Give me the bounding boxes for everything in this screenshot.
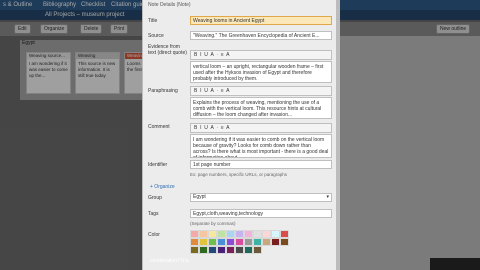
color-swatch[interactable] bbox=[199, 238, 208, 246]
color-swatch[interactable] bbox=[262, 238, 271, 246]
bold-icon[interactable]: B bbox=[194, 125, 197, 131]
paraphrasing-label: Paraphrasing bbox=[148, 88, 178, 94]
highlight-icon[interactable]: A bbox=[226, 88, 229, 94]
bold-icon[interactable]: B bbox=[194, 88, 197, 94]
source-field[interactable]: "Weaving." The Greenhaven Encyclopedia o… bbox=[190, 31, 332, 40]
align-icon[interactable]: ≡ bbox=[221, 88, 224, 94]
title-input[interactable]: Weaving looms in Ancient Egypt bbox=[190, 16, 332, 25]
color-swatch[interactable] bbox=[190, 230, 199, 238]
color-swatch[interactable] bbox=[280, 230, 289, 238]
bullet-list-icon[interactable]: ∙ bbox=[217, 52, 218, 58]
video-bar bbox=[430, 258, 480, 270]
organize-link[interactable]: + Organize bbox=[150, 184, 175, 190]
underline-icon[interactable]: U bbox=[204, 125, 208, 131]
color-swatch[interactable] bbox=[235, 246, 244, 254]
color-swatch[interactable] bbox=[253, 238, 262, 246]
color-swatch[interactable] bbox=[208, 246, 217, 254]
color-swatch[interactable] bbox=[244, 230, 253, 238]
italic-icon[interactable]: I bbox=[200, 88, 201, 94]
color-swatch[interactable] bbox=[244, 238, 253, 246]
evidence-textarea[interactable]: vertical loom – an upright, rectangular … bbox=[190, 61, 332, 83]
identifier-hint: Ex: page numbers, specific URLs, or para… bbox=[190, 172, 288, 177]
group-label: Group bbox=[148, 195, 162, 201]
color-swatch[interactable] bbox=[226, 246, 235, 254]
bold-icon[interactable]: B bbox=[194, 52, 197, 58]
color-swatch[interactable] bbox=[208, 238, 217, 246]
dialog-heading: Note Details (Note) bbox=[148, 2, 191, 8]
group-select[interactable]: Egypt ▾ bbox=[190, 193, 332, 202]
underline-icon[interactable]: U bbox=[204, 88, 208, 94]
color-swatch[interactable] bbox=[217, 246, 226, 254]
evidence-label: Evidence from text (direct quote) bbox=[148, 44, 187, 56]
tags-hint: (Separate by commas) bbox=[190, 221, 236, 226]
color-swatch[interactable] bbox=[253, 230, 262, 238]
font-color-icon[interactable]: A bbox=[210, 88, 213, 94]
tags-label: Tags bbox=[148, 211, 159, 217]
color-swatch[interactable] bbox=[271, 230, 280, 238]
font-color-icon[interactable]: A bbox=[210, 52, 213, 58]
italic-icon[interactable]: I bbox=[200, 125, 201, 131]
comment-editor-toolbar[interactable]: B I U A ∙ ≡ A bbox=[190, 123, 332, 133]
color-swatch[interactable] bbox=[253, 246, 262, 254]
align-icon[interactable]: ≡ bbox=[221, 125, 224, 131]
highlight-icon[interactable]: A bbox=[226, 125, 229, 131]
identifier-input[interactable]: 1st page number bbox=[190, 160, 332, 169]
italic-icon[interactable]: I bbox=[200, 52, 201, 58]
color-swatch[interactable] bbox=[226, 230, 235, 238]
color-swatch[interactable] bbox=[217, 230, 226, 238]
color-swatch[interactable] bbox=[199, 246, 208, 254]
tags-input[interactable]: Egypt,cloth,weaving,technology bbox=[190, 209, 332, 218]
color-swatch[interactable] bbox=[226, 238, 235, 246]
group-select-value: Egypt bbox=[193, 194, 206, 200]
color-swatch[interactable] bbox=[280, 238, 289, 246]
color-swatch[interactable] bbox=[199, 230, 208, 238]
paraphrasing-textarea[interactable]: Explains the process of weaving, mention… bbox=[190, 97, 332, 119]
comment-textarea[interactable]: I am wondering if it was easier to comb … bbox=[190, 134, 332, 158]
color-swatch[interactable] bbox=[244, 246, 253, 254]
color-swatch[interactable] bbox=[262, 230, 271, 238]
identifier-label: Identifier bbox=[148, 162, 168, 168]
color-swatch[interactable] bbox=[235, 238, 244, 246]
color-label: Color bbox=[148, 232, 160, 238]
color-swatch[interactable] bbox=[217, 238, 226, 246]
dialog-scrollbar[interactable] bbox=[336, 0, 340, 270]
color-swatch[interactable] bbox=[235, 230, 244, 238]
color-picker bbox=[190, 230, 290, 254]
bottom-card-text: combination? It is bbox=[150, 258, 189, 264]
evidence-editor-toolbar[interactable]: B I U A ∙ ≡ A bbox=[190, 50, 332, 60]
comment-label: Comment bbox=[148, 124, 170, 130]
underline-icon[interactable]: U bbox=[204, 52, 208, 58]
align-icon[interactable]: ≡ bbox=[221, 52, 224, 58]
color-swatch[interactable] bbox=[271, 238, 280, 246]
highlight-icon[interactable]: A bbox=[226, 52, 229, 58]
font-color-icon[interactable]: A bbox=[210, 125, 213, 131]
color-swatch[interactable] bbox=[190, 238, 199, 246]
color-swatch[interactable] bbox=[190, 246, 199, 254]
bullet-list-icon[interactable]: ∙ bbox=[217, 125, 218, 131]
paraphrasing-editor-toolbar[interactable]: B I U A ∙ ≡ A bbox=[190, 86, 332, 96]
chevron-down-icon: ▾ bbox=[326, 194, 329, 200]
title-label: Title bbox=[148, 18, 158, 24]
bullet-list-icon[interactable]: ∙ bbox=[217, 88, 218, 94]
color-swatch[interactable] bbox=[208, 230, 217, 238]
source-label: Source bbox=[148, 33, 164, 39]
